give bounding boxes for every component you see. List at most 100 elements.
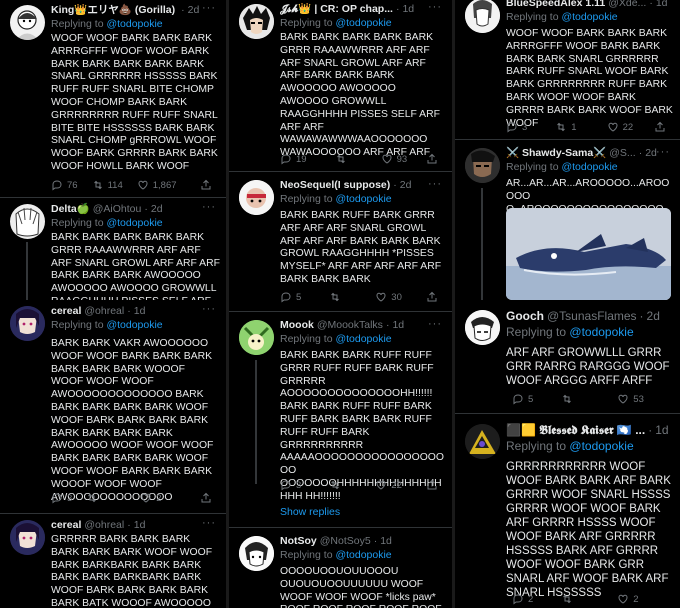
author-name[interactable]: ⬛🟨 𝕭𝖑𝖊𝖘𝖘𝖊𝖉 𝕶𝖆𝖎𝖘𝖊𝖗 🇦🇶 ... [506,422,645,438]
reply-to-link[interactable]: @todopokie [569,439,633,453]
author-name[interactable]: cereal [51,304,81,318]
avatar[interactable] [465,424,500,459]
author-name[interactable]: Moook [280,318,314,332]
author-name[interactable]: King👑エリヤ💩 (Gorilla) [51,3,175,17]
like-button[interactable]: 2 [617,593,639,605]
tweet[interactable]: 𝓙𝓼𝓱👑 | CR: OP chap... · 1d Replying to @… [229,0,452,172]
tweet[interactable]: NeoSequel(I suppose) · 2d Replying to @t… [229,172,452,312]
reply-to-link[interactable]: @todopokie [106,18,162,30]
avatar[interactable] [10,306,45,341]
tweet[interactable]: NotSoy @NotSoy5 · 1d Replying to @todopo… [229,528,452,608]
reply-button[interactable]: 76 [51,179,78,191]
author-handle[interactable]: @TsunasFlames [547,308,637,324]
more-icon[interactable]: ··· [202,2,216,14]
author-name[interactable]: BlueSpeedAlex 1.11 [506,0,605,10]
retweet-button[interactable]: 114 [92,179,123,191]
reply-to-link[interactable]: @todopokie [335,333,391,345]
tweet[interactable]: Delta🍏 @AiOhtou · 2d Replying to @todopo… [0,198,226,300]
more-icon[interactable]: ··· [656,146,670,158]
reply-button[interactable]: 2 [512,593,533,605]
more-icon[interactable]: ··· [202,201,216,213]
timestamp[interactable]: 2d [647,308,660,324]
like-button[interactable]: 2 [140,492,162,504]
tweet-media-image[interactable] [506,208,671,300]
retweet-button[interactable] [561,393,577,405]
show-replies-link[interactable]: Show replies [280,506,340,518]
reply-button[interactable]: 3 [506,121,527,133]
author-name[interactable]: cereal [51,518,81,532]
tweet[interactable]: BlueSpeedAlex 1.11 @Xde... · 1d Replying… [455,0,680,140]
timestamp[interactable]: 2d [151,202,163,216]
like-button[interactable]: 1,867 [137,179,177,191]
timestamp[interactable]: 1d [392,318,404,332]
more-icon[interactable]: ··· [428,318,442,330]
author-name[interactable]: Delta🍏 [51,202,90,216]
retweet-button[interactable] [335,153,351,165]
share-button[interactable] [200,492,216,504]
share-button[interactable] [426,479,442,491]
author-handle[interactable]: @MoookTalks [317,318,383,332]
author-handle[interactable]: @NotSoy5 [320,534,371,548]
more-icon[interactable]: ··· [428,1,442,13]
avatar[interactable] [10,520,45,555]
retweet-button[interactable]: 1 [555,121,577,133]
timestamp[interactable]: 1d [380,534,392,548]
author-name[interactable]: Gooch [506,308,544,324]
share-button[interactable] [654,121,670,133]
avatar[interactable] [465,0,500,33]
avatar[interactable] [465,310,500,345]
avatar[interactable] [465,148,500,183]
like-button[interactable]: 22 [607,121,633,133]
author-name[interactable]: NeoSequel(I suppose) [280,178,390,192]
reply-to-link[interactable]: @todopokie [335,193,391,205]
retweet-button[interactable] [561,593,577,605]
timestamp[interactable]: 1d [402,2,414,16]
reply-button[interactable]: 5 [512,393,533,405]
more-icon[interactable]: ··· [202,303,216,315]
tweet[interactable]: Moook @MoookTalks · 1d Replying to @todo… [229,312,452,528]
author-handle[interactable]: @AiOhtou [93,202,142,216]
reply-to-link[interactable]: @todopokie [335,549,391,561]
like-button[interactable]: 53 [617,393,644,405]
tweet[interactable]: Gooch @TsunasFlames · 2d Replying to @to… [455,300,680,414]
reply-button[interactable]: 3 [280,479,301,491]
retweet-button[interactable] [329,291,345,303]
reply-button[interactable]: 5 [280,291,301,303]
retweet-button[interactable] [329,479,345,491]
author-name[interactable]: ⚔️ Shawdy-Sama⚔️ [506,146,606,160]
share-button[interactable] [200,179,216,191]
timestamp[interactable]: 2d [400,178,412,192]
tweet[interactable]: King👑エリヤ💩 (Gorilla) · 2d Replying to @to… [0,0,226,198]
author-handle[interactable]: @S... [609,146,635,160]
author-name[interactable]: 𝓙𝓼𝓱👑 | CR: OP chap... [280,2,393,16]
tweet[interactable]: cereal @ohreal · 1d GRRRRR BARK BARK BAR… [0,514,226,608]
author-name[interactable]: NotSoy [280,534,317,548]
timestamp[interactable]: 2d [188,3,200,17]
more-icon[interactable]: ··· [202,517,216,529]
reply-to-link[interactable]: @todopokie [561,11,617,23]
reply-to-link[interactable]: @todopokie [106,217,162,229]
reply-button[interactable]: 19 [280,153,307,165]
reply-to-link[interactable]: @todopokie [106,319,162,331]
avatar[interactable] [10,5,45,40]
author-handle[interactable]: @Xde... [608,0,646,10]
reply-to-link[interactable]: @todopokie [569,325,633,339]
avatar[interactable] [239,4,274,39]
timestamp[interactable]: 1d [655,422,668,438]
timestamp[interactable]: 1d [656,0,668,10]
share-button[interactable] [426,291,442,303]
retweet-button[interactable] [86,492,102,504]
tweet[interactable]: ⚔️ Shawdy-Sama⚔️ @S... · 2d Replying to … [455,140,680,300]
like-button[interactable]: 93 [381,153,407,165]
reply-to-link[interactable]: @todopokie [335,17,391,29]
author-handle[interactable]: @ohreal [84,304,124,318]
timestamp[interactable]: 1d [134,304,146,318]
more-icon[interactable]: ··· [428,178,442,190]
author-handle[interactable]: @ohreal [84,518,124,532]
tweet[interactable]: cereal @ohreal · 1d Replying to @todopok… [0,300,226,514]
avatar[interactable] [239,320,274,355]
share-button[interactable] [426,153,442,165]
like-button[interactable]: 30 [375,291,402,303]
avatar[interactable] [10,204,45,239]
reply-to-link[interactable]: @todopokie [561,161,617,173]
